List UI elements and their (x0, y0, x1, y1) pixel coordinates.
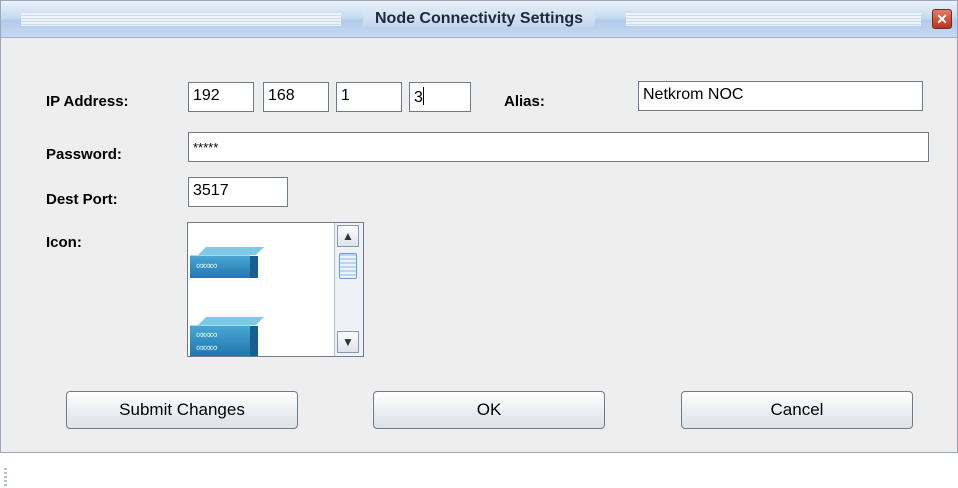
network-switch-icon[interactable]: ∞∞∞ (190, 247, 264, 278)
close-button[interactable]: ✕ (932, 9, 952, 29)
arrow-up-icon: ▲ (342, 229, 354, 243)
scroll-thumb[interactable] (339, 253, 357, 279)
icon-label: Icon: (46, 234, 82, 251)
title-bar[interactable]: Node Connectivity Settings ✕ (1, 1, 957, 38)
dest-port-input[interactable]: 3517 (188, 177, 288, 207)
ip-address-label: IP Address: (46, 93, 129, 110)
node-connectivity-dialog: Node Connectivity Settings ✕ IP Address:… (0, 0, 958, 488)
window-title-text: Node Connectivity Settings (362, 10, 596, 27)
dest-port-label: Dest Port: (46, 191, 118, 208)
ip-octet-4-input[interactable]: 3 (409, 82, 471, 112)
wave-pattern: ∞∞∞ (196, 329, 218, 341)
icon-list-scrollbar[interactable]: ▲ ▼ (334, 223, 363, 356)
text-caret (422, 87, 424, 105)
arrow-down-icon: ▼ (342, 335, 354, 349)
scroll-up-button[interactable]: ▲ (337, 225, 359, 247)
ip-octet-4-value: 3 (414, 89, 423, 106)
wave-pattern: ∞∞∞ (196, 342, 218, 354)
window-title: Node Connectivity Settings (1, 10, 957, 28)
password-label: Password: (46, 146, 122, 163)
ip-octet-2-input[interactable]: 168 (263, 82, 329, 112)
alias-label: Alias: (504, 93, 545, 110)
dialog-body: IP Address: 192 168 1 3 Alias: Netkrom N… (1, 38, 957, 488)
submit-changes-button[interactable]: Submit Changes (66, 391, 298, 429)
device-top (198, 247, 264, 255)
ip-octet-3-input[interactable]: 1 (336, 82, 402, 112)
close-icon: ✕ (936, 11, 948, 27)
password-input[interactable]: ***** (188, 132, 929, 162)
ok-button[interactable]: OK (373, 391, 605, 429)
device-front: ∞∞∞ (190, 255, 258, 278)
scroll-down-button[interactable]: ▼ (337, 331, 359, 353)
wave-pattern: ∞∞∞ (196, 260, 218, 272)
network-switch-stack-icon[interactable]: ∞∞∞ ∞∞∞ (190, 317, 264, 356)
device-front: ∞∞∞ ∞∞∞ (190, 325, 258, 356)
alias-input[interactable]: Netkrom NOC (638, 81, 923, 111)
device-side (250, 256, 258, 278)
ip-octet-1-input[interactable]: 192 (188, 82, 254, 112)
resize-grip[interactable] (4, 468, 7, 488)
device-side (250, 326, 258, 356)
cancel-button[interactable]: Cancel (681, 391, 913, 429)
device-top (198, 317, 264, 325)
icon-list[interactable]: ∞∞∞ ∞∞∞ ∞∞∞ ▲ ▼ (187, 222, 364, 357)
